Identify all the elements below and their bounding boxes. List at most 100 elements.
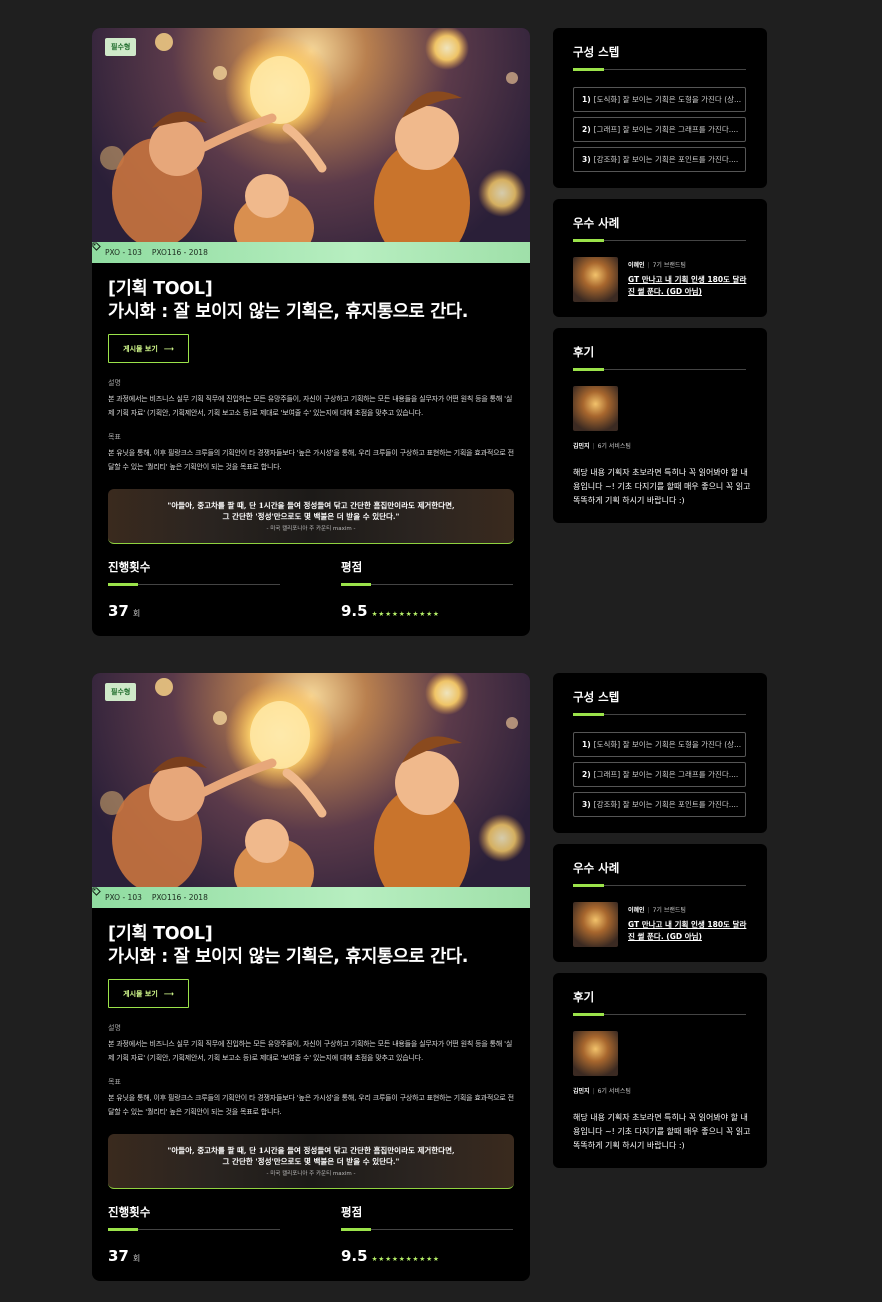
step-item[interactable]: 2) [그래프] 잘 보이는 기획은 그래프를 가진다.... <box>573 762 746 787</box>
count-value: 37 <box>108 1247 129 1265</box>
review-avatar <box>573 1031 618 1076</box>
title-line-2: 가시화 : 잘 보이지 않는 기획은, 휴지통으로 간다. <box>108 947 469 967</box>
divider <box>573 68 746 71</box>
arrow-right-icon: ⟶ <box>163 989 174 998</box>
rating-label: 평점 <box>341 560 363 574</box>
tag-icon <box>92 887 101 896</box>
goal-label: 목표 <box>108 433 121 441</box>
review-author: 김민지 <box>573 443 590 450</box>
step-item[interactable]: 1) [도식화] 잘 보이는 기획은 도형을 가진다 (상... <box>573 87 746 112</box>
quote-source: - 미국 캘리포니아 주 카운티 maxim - <box>266 526 356 532</box>
count-stat: 진행횟수 37 회 <box>108 1204 280 1265</box>
tag-label: PXO116 - 2018 <box>151 248 208 257</box>
review-text: 해당 내용 기획자 초보라면 특히나 꼭 읽어봐야 할 내용입니다 ~! 기초 … <box>573 1113 751 1150</box>
example-link[interactable]: GT 만나고 내 기획 인생 180도 달라진 썰 푼다. (GD 아님) <box>628 919 748 943</box>
steps-panel: 구성 스텝 1) [도식화] 잘 보이는 기획은 도형을 가진다 (상... 2)… <box>553 28 767 188</box>
count-label: 진행횟수 <box>108 560 151 574</box>
arrow-right-icon: ⟶ <box>163 344 174 353</box>
description-label: 설명 <box>108 1024 121 1032</box>
step-text: [그래프] 잘 보이는 기획은 그래프를 가진다.... <box>593 125 739 134</box>
count-stat: 진행횟수 37 회 <box>108 559 280 620</box>
quote-banner: "아들아, 중고차를 팔 때, 단 1시간을 들여 정성들여 닦고 간단한 흠집… <box>108 1134 514 1189</box>
example-author: 이혜인 <box>628 262 645 269</box>
examples-title: 우수 사례 <box>573 861 620 875</box>
goal-label: 목표 <box>108 1078 121 1086</box>
quote-source: - 미국 캘리포니아 주 카운티 maxim - <box>266 1171 356 1177</box>
step-item[interactable]: 1) [도식화] 잘 보이는 기획은 도형을 가진다 (상... <box>573 732 746 757</box>
review-text: 해당 내용 기획자 초보라면 특히나 꼭 읽어봐야 할 내용입니다 ~! 기초 … <box>573 468 751 505</box>
steps-title: 구성 스텝 <box>573 45 620 59</box>
count-value: 37 <box>108 602 129 620</box>
title-line-2: 가시화 : 잘 보이지 않는 기획은, 휴지통으로 간다. <box>108 302 469 322</box>
tag-label: PXO - 103 <box>105 893 142 902</box>
steps-panel: 구성 스텝 1) [도식화] 잘 보이는 기획은 도형을 가진다 (상... 2)… <box>553 673 767 833</box>
example-meta: 이혜인 | 7기 브랜드팀 <box>628 262 686 269</box>
hero-illustration <box>100 28 526 263</box>
quote-line-2: 그 간단한 '정성'만으로도 몇 백불은 더 받을 수 있단다." <box>222 512 400 521</box>
tag-item[interactable]: PXO - 103 <box>92 887 142 902</box>
course-card[interactable]: 필수형 PXO - 103 PXO116 - 2018 [기획 TOOL] 가시… <box>92 28 530 636</box>
divider <box>573 884 746 887</box>
course-title: [기획 TOOL] 가시화 : 잘 보이지 않는 기획은, 휴지통으로 간다. <box>108 923 468 969</box>
divider <box>341 583 513 586</box>
tag-item[interactable]: PXO116 - 2018 <box>92 242 208 257</box>
step-item[interactable]: 2) [그래프] 잘 보이는 기획은 그래프를 가진다.... <box>573 117 746 142</box>
quote-line-2: 그 간단한 '정성'만으로도 몇 백불은 더 받을 수 있단다." <box>222 1157 400 1166</box>
reviews-panel: 후기 김민지 | 6기 서비스팀 해당 내용 기획자 초보라면 특히나 꼭 읽어봐야… <box>553 973 767 1168</box>
count-unit: 회 <box>132 1254 141 1263</box>
required-badge: 필수형 <box>105 38 137 56</box>
review-meta: 김민지 | 6기 서비스팀 <box>573 1088 631 1095</box>
tag-bar: PXO - 103 PXO116 - 2018 <box>92 887 530 908</box>
example-meta: 이혜인 | 7기 브랜드팀 <box>628 907 686 914</box>
step-text: [강조화] 잘 보이는 기획은 포인트를 가진다.... <box>593 155 739 164</box>
tag-item[interactable]: PXO116 - 2018 <box>92 887 208 902</box>
rating-label: 평점 <box>341 1205 363 1219</box>
step-item[interactable]: 3) [강조화] 잘 보이는 기획은 포인트를 가진다.... <box>573 792 746 817</box>
rating-value: 9.5 <box>341 1247 368 1265</box>
step-number: 1) <box>582 95 591 104</box>
divider <box>573 1013 746 1016</box>
quote-banner: "아들아, 중고차를 팔 때, 단 1시간을 들여 정성들여 닦고 간단한 흠집… <box>108 489 514 544</box>
goal-text: 본 유닛을 통해, 이후 필랑크스 크루들의 기획안이 타 경쟁자들보다 '높은… <box>108 1094 514 1116</box>
example-thumbnail[interactable] <box>573 902 618 947</box>
example-link[interactable]: GT 만나고 내 기획 인생 180도 달라진 썰 푼다. (GD 아님) <box>628 274 748 298</box>
step-item[interactable]: 3) [강조화] 잘 보이는 기획은 포인트를 가진다.... <box>573 147 746 172</box>
view-post-button[interactable]: 게시물 보기 ⟶ <box>108 979 189 1008</box>
reviews-title: 후기 <box>573 990 595 1004</box>
quote-line-1: "아들아, 중고차를 팔 때, 단 1시간을 들여 정성들여 닦고 간단한 흠집… <box>167 1146 455 1155</box>
goal-text: 본 유닛을 통해, 이후 필랑크스 크루들의 기획안이 타 경쟁자들보다 '높은… <box>108 449 514 471</box>
view-post-label: 게시물 보기 <box>123 344 158 353</box>
course-section: 필수형 PXO - 103 PXO116 - 2018 [기획 TOOL] 가시… <box>0 0 882 636</box>
view-post-button[interactable]: 게시물 보기 ⟶ <box>108 334 189 363</box>
course-card[interactable]: 필수형 PXO - 103 PXO116 - 2018 [기획 TOOL] 가시… <box>92 673 530 1281</box>
step-text: [강조화] 잘 보이는 기획은 포인트를 가진다.... <box>593 800 739 809</box>
description-text: 본 과정에서는 비즈니스 실무 기획 직무에 진입하는 모든 유망주들이, 자신… <box>108 395 513 417</box>
hero-image: 필수형 PXO - 103 PXO116 - 2018 <box>92 673 530 908</box>
rating-stat: 평점 9.5 ★★★★★★★★★★ <box>341 1204 513 1265</box>
example-cohort: 7기 브랜드팀 <box>652 262 686 269</box>
review-cohort: 6기 서비스팀 <box>597 1088 631 1095</box>
examples-panel: 우수 사례 이혜인 | 7기 브랜드팀 GT 만나고 내 기획 인생 180도 달라… <box>553 199 767 317</box>
review-cohort: 6기 서비스팀 <box>597 443 631 450</box>
divider <box>573 368 746 371</box>
review-meta: 김민지 | 6기 서비스팀 <box>573 443 631 450</box>
hero-illustration <box>100 673 526 908</box>
divider <box>573 239 746 242</box>
example-cohort: 7기 브랜드팀 <box>652 907 686 914</box>
tag-item[interactable]: PXO - 103 <box>92 242 142 257</box>
tag-icon <box>92 242 101 251</box>
step-number: 1) <box>582 740 591 749</box>
step-number: 2) <box>582 125 591 134</box>
reviews-title: 후기 <box>573 345 595 359</box>
step-text: [도식화] 잘 보이는 기획은 도형을 가진다 (상... <box>593 740 742 749</box>
step-text: [도식화] 잘 보이는 기획은 도형을 가진다 (상... <box>593 95 742 104</box>
tag-bar: PXO - 103 PXO116 - 2018 <box>92 242 530 263</box>
title-line-1: [기획 TOOL] <box>108 279 213 299</box>
divider <box>108 583 280 586</box>
divider <box>341 1228 513 1231</box>
description-text: 본 과정에서는 비즈니스 실무 기획 직무에 진입하는 모든 유망주들이, 자신… <box>108 1040 513 1062</box>
description-label: 설명 <box>108 379 121 387</box>
example-thumbnail[interactable] <box>573 257 618 302</box>
required-badge: 필수형 <box>105 683 137 701</box>
quote-line-1: "아들아, 중고차를 팔 때, 단 1시간을 들여 정성들여 닦고 간단한 흠집… <box>167 501 455 510</box>
